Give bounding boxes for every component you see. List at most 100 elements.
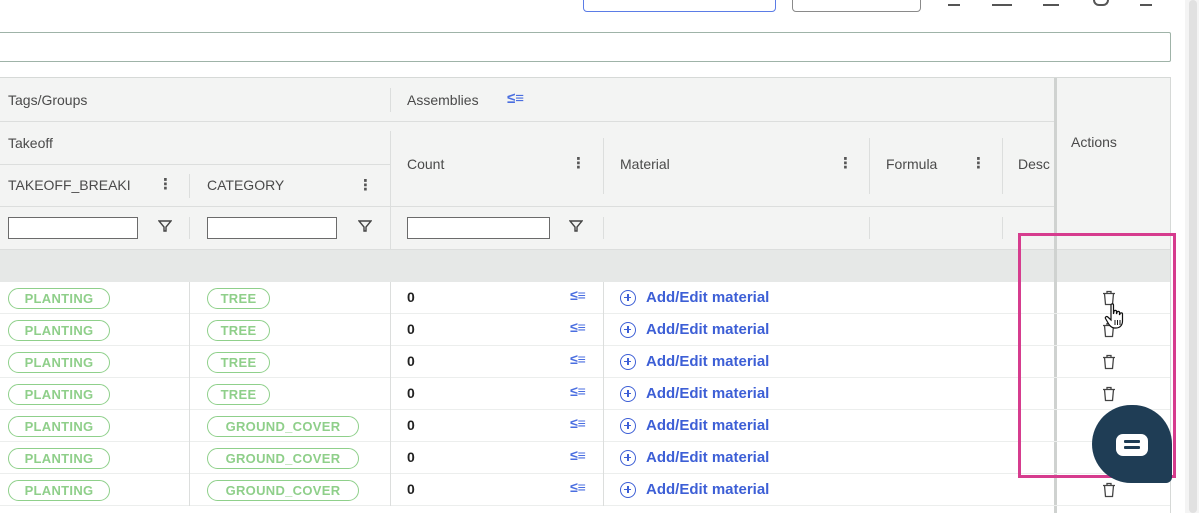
assembly-list-icon[interactable]: ≤≡ (507, 90, 524, 107)
toolbar-icon-4[interactable] (1093, 0, 1109, 6)
row-divider (390, 378, 391, 410)
row-divider (189, 410, 190, 442)
category-tag: TREE (207, 352, 270, 373)
table-row[interactable]: PLANTING GROUND_COVER 0 ≤≡ Add/Edit material (0, 442, 1170, 474)
takeoff-tag: PLANTING (8, 288, 110, 309)
add-edit-material-link[interactable]: Add/Edit material (620, 321, 769, 338)
toolbar-primary-button[interactable] (583, 0, 776, 12)
formula-menu-icon[interactable]: ⋮ (971, 156, 986, 172)
header-formula[interactable]: Formula (886, 156, 937, 172)
header-vline-3 (189, 174, 190, 198)
row-divider (189, 378, 190, 410)
filter-vline-2 (390, 217, 391, 239)
add-edit-material-label: Add/Edit material (646, 481, 770, 498)
assembly-list-icon[interactable]: ≤≡ (570, 287, 586, 303)
add-edit-material-link[interactable]: Add/Edit material (620, 353, 769, 370)
category-filter-input[interactable] (207, 217, 337, 239)
add-edit-material-link[interactable]: Add/Edit material (620, 289, 769, 306)
row-divider (603, 442, 604, 474)
header-divider-3 (0, 206, 1054, 207)
assembly-list-icon[interactable]: ≤≡ (570, 415, 586, 431)
search-input[interactable] (0, 32, 1171, 62)
takeoff-breakdown-filter-input[interactable] (8, 217, 138, 239)
chat-bubble-icon (1116, 434, 1148, 456)
takeoff-grid: Tags/Groups Assemblies ≤≡ Takeoff Count … (0, 77, 1171, 513)
toolbar-icon-2[interactable] (992, 0, 1012, 6)
trash-icon[interactable] (1102, 386, 1116, 402)
filter-vline-5 (1002, 217, 1003, 239)
add-edit-material-link[interactable]: Add/Edit material (620, 481, 769, 498)
plus-circle-icon (620, 289, 636, 306)
count-value: 0 (407, 321, 415, 337)
add-edit-material-label: Add/Edit material (646, 417, 770, 434)
assembly-list-icon[interactable]: ≤≡ (570, 319, 586, 335)
table-row[interactable]: PLANTING TREE 0 ≤≡ Add/Edit material (0, 282, 1170, 314)
takeoff-tag: PLANTING (8, 352, 110, 373)
plus-circle-icon (620, 353, 636, 370)
header-actions: Actions (1071, 134, 1117, 150)
assembly-list-icon[interactable]: ≤≡ (570, 479, 586, 495)
material-menu-icon[interactable]: ⋮ (838, 156, 853, 172)
toolbar-icon-3[interactable] (1043, 0, 1059, 6)
count-menu-icon[interactable]: ⋮ (571, 156, 586, 172)
trash-icon[interactable] (1102, 482, 1116, 498)
filter-icon[interactable] (358, 219, 372, 233)
takeoff-tag: PLANTING (8, 416, 110, 437)
add-edit-material-link[interactable]: Add/Edit material (620, 385, 769, 402)
category-tag: TREE (207, 320, 270, 341)
header-assemblies: Assemblies (407, 92, 479, 108)
table-row[interactable]: PLANTING TREE 0 ≤≡ Add/Edit material (0, 346, 1170, 378)
header-category[interactable]: CATEGORY (207, 177, 284, 193)
header-vline-1 (390, 88, 391, 112)
toolbar-icon-5[interactable] (1140, 0, 1152, 6)
row-divider (603, 474, 604, 506)
header-description[interactable]: Desc (1018, 156, 1050, 172)
takeoff-breakdown-menu-icon[interactable]: ⋮ (158, 177, 173, 193)
row-divider (603, 346, 604, 378)
row-divider (390, 314, 391, 346)
filter-vline-3 (603, 217, 604, 239)
count-value: 0 (407, 449, 415, 465)
header-takeoff-breakdown[interactable]: TAKEOFF_BREAKI (8, 177, 131, 193)
category-tag: GROUND_COVER (207, 448, 359, 469)
assembly-list-icon[interactable]: ≤≡ (570, 383, 586, 399)
row-divider (603, 282, 604, 314)
row-divider (390, 346, 391, 378)
group-row (0, 250, 1054, 282)
header-material[interactable]: Material (620, 156, 670, 172)
page-scrollbar-thumb[interactable] (1189, 0, 1197, 513)
add-edit-material-link[interactable]: Add/Edit material (620, 417, 769, 434)
add-edit-material-label: Add/Edit material (646, 289, 770, 306)
header-count[interactable]: Count (407, 156, 444, 172)
row-divider (189, 346, 190, 378)
category-tag: TREE (207, 384, 270, 405)
category-tag: GROUND_COVER (207, 416, 359, 437)
plus-circle-icon (620, 449, 636, 466)
add-edit-material-link[interactable]: Add/Edit material (620, 449, 769, 466)
count-value: 0 (407, 417, 415, 433)
group-row-actions (1057, 250, 1170, 282)
table-row[interactable]: PLANTING GROUND_COVER 0 ≤≡ Add/Edit material (0, 410, 1170, 442)
row-divider (390, 282, 391, 314)
plus-circle-icon (620, 481, 636, 498)
assembly-list-icon[interactable]: ≤≡ (570, 351, 586, 367)
table-row[interactable]: PLANTING TREE 0 ≤≡ Add/Edit material (0, 378, 1170, 410)
filter-icon[interactable] (569, 219, 583, 233)
filter-vline-1 (189, 217, 190, 239)
table-row[interactable]: PLANTING TREE 0 ≤≡ Add/Edit material (0, 314, 1170, 346)
takeoff-tag: PLANTING (8, 448, 110, 469)
toolbar-secondary-button[interactable] (792, 0, 921, 12)
row-divider (189, 282, 190, 314)
add-edit-material-label: Add/Edit material (646, 321, 770, 338)
trash-icon[interactable] (1102, 354, 1116, 370)
row-divider (603, 410, 604, 442)
count-value: 0 (407, 385, 415, 401)
row-divider (189, 474, 190, 506)
assembly-list-icon[interactable]: ≤≡ (570, 447, 586, 463)
chat-launcher-button[interactable] (1092, 405, 1172, 483)
category-menu-icon[interactable]: ⋮ (358, 178, 373, 194)
count-filter-input[interactable] (407, 217, 550, 239)
toolbar-icon-1[interactable] (948, 0, 960, 6)
filter-icon[interactable] (158, 219, 172, 233)
table-row[interactable]: PLANTING GROUND_COVER 0 ≤≡ Add/Edit material (0, 474, 1170, 506)
